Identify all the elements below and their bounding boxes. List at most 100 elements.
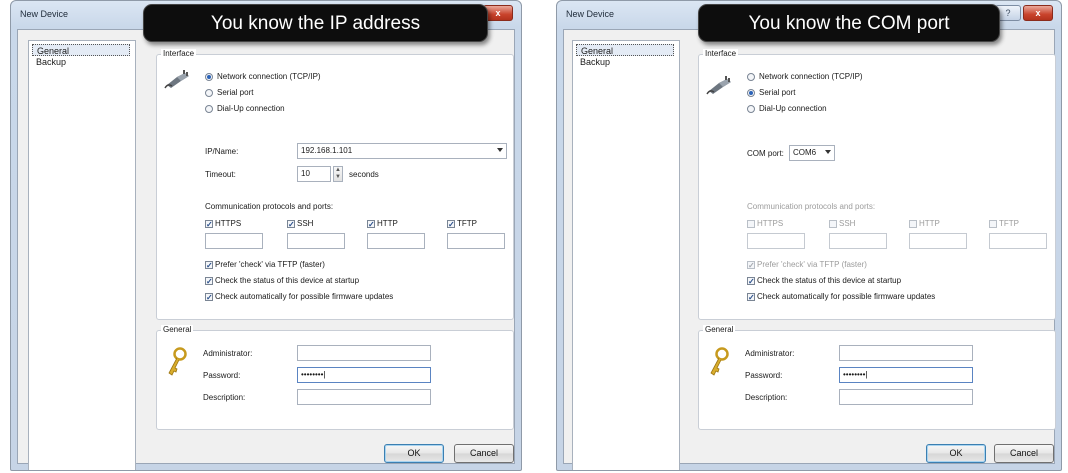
ipname-combo[interactable]: 192.168.1.101 (297, 143, 507, 159)
timeout-unit: seconds (349, 170, 379, 179)
check-prefer-tftp-label: Prefer 'check' via TFTP (faster) (757, 260, 867, 269)
admin-label: Administrator: (745, 349, 795, 358)
com-port-label: COM port: (747, 149, 784, 158)
nav-item-general[interactable]: General (576, 44, 674, 56)
password-value: •••••••• (301, 370, 325, 379)
key-icon (168, 347, 187, 376)
check-tftp-label: TFTP (457, 219, 477, 228)
check-ssh-label: SSH (297, 219, 314, 228)
callout-com-port: You know the COM port (698, 4, 1000, 42)
window-title: New Device (20, 9, 69, 19)
general-group: General Administrator: Password: •••••••… (156, 325, 514, 430)
radio-serial-label: Serial port (217, 88, 254, 97)
interface-group: Interface Network connection (TCP/IP) Se… (698, 49, 1056, 320)
check-firmware-updates[interactable]: ✓ (747, 293, 755, 302)
dialog-client: General Backup Interface Network connect… (563, 29, 1056, 470)
check-tftp-label: TFTP (999, 219, 1019, 228)
description-label: Description: (745, 393, 788, 402)
http-port-input[interactable] (909, 233, 967, 249)
ssh-port-input[interactable] (829, 233, 887, 249)
check-ssh[interactable]: ✓ (287, 220, 295, 229)
cancel-button[interactable]: Cancel (994, 444, 1054, 463)
radio-dialup[interactable] (747, 105, 755, 113)
new-device-window-com: New Device ? x General Backup Interface … (556, 0, 1062, 471)
check-http-label: HTTP (377, 219, 398, 228)
check-status-startup-label: Check the status of this device at start… (757, 276, 902, 285)
timeout-input[interactable]: 10 (297, 166, 331, 182)
description-input[interactable] (297, 389, 431, 405)
callout-ip-address: You know the IP address (143, 4, 488, 42)
radio-network[interactable] (205, 73, 213, 81)
ipname-label: IP/Name: (205, 147, 239, 156)
radio-dialup-label: Dial-Up connection (759, 104, 827, 113)
general-legend: General (703, 325, 736, 334)
ok-button[interactable]: OK (926, 444, 986, 463)
radio-serial[interactable] (205, 89, 213, 97)
check-https[interactable]: ✓ (205, 220, 213, 229)
nav-item-backup[interactable]: Backup (576, 56, 678, 68)
check-https-label: HTTPS (757, 219, 784, 228)
ssh-port-input[interactable] (287, 233, 345, 249)
close-button[interactable]: x (1023, 5, 1053, 21)
check-status-startup[interactable]: ✓ (205, 277, 213, 286)
check-http[interactable] (909, 220, 917, 228)
ok-button[interactable]: OK (384, 444, 444, 463)
check-firmware-updates-label: Check automatically for possible firmwar… (215, 292, 394, 301)
nav-item-backup[interactable]: Backup (32, 56, 134, 68)
settings-nav: General Backup (28, 40, 136, 470)
protocols-label: Communication protocols and ports: (205, 202, 334, 211)
check-status-startup[interactable]: ✓ (747, 277, 755, 286)
window-title: New Device (566, 9, 615, 19)
chevron-down-icon (497, 148, 503, 152)
timeout-value: 10 (301, 169, 310, 178)
check-https-label: HTTPS (215, 219, 242, 228)
radio-serial-label: Serial port (759, 88, 796, 97)
interface-legend: Interface (703, 49, 739, 58)
password-label: Password: (203, 371, 241, 380)
password-input[interactable]: •••••••• (839, 367, 973, 383)
tftp-port-input[interactable] (447, 233, 505, 249)
timeout-label: Timeout: (205, 170, 236, 179)
https-port-input[interactable] (747, 233, 805, 249)
protocols-label: Communication protocols and ports: (747, 202, 876, 211)
http-port-input[interactable] (367, 233, 425, 249)
general-legend: General (161, 325, 194, 334)
radio-dialup-label: Dial-Up connection (217, 104, 285, 113)
nav-item-general[interactable]: General (32, 44, 130, 56)
password-value: •••••••• (843, 370, 867, 379)
radio-network-label: Network connection (TCP/IP) (759, 72, 863, 81)
interface-group: Interface Network connection (TCP/IP) Se… (156, 49, 514, 320)
radio-dialup[interactable] (205, 105, 213, 113)
admin-input[interactable] (297, 345, 431, 361)
password-input[interactable]: •••••••• (297, 367, 431, 383)
ipname-value: 192.168.1.101 (301, 146, 353, 155)
settings-nav: General Backup (572, 40, 680, 470)
check-prefer-tftp[interactable]: ✓ (205, 261, 213, 270)
check-ssh-label: SSH (839, 219, 856, 228)
admin-label: Administrator: (203, 349, 253, 358)
check-ssh[interactable] (829, 220, 837, 228)
check-http[interactable]: ✓ (367, 220, 375, 229)
tftp-port-input[interactable] (989, 233, 1047, 249)
radio-network[interactable] (747, 73, 755, 81)
dialog-client: General Backup Interface Network connect… (17, 29, 515, 470)
check-prefer-tftp[interactable]: ✓ (747, 261, 755, 270)
cancel-button[interactable]: Cancel (454, 444, 514, 463)
check-tftp[interactable]: ✓ (447, 220, 455, 229)
check-prefer-tftp-label: Prefer 'check' via TFTP (faster) (215, 260, 325, 269)
https-port-input[interactable] (205, 233, 263, 249)
com-port-value: COM6 (793, 148, 817, 157)
check-firmware-updates-label: Check automatically for possible firmwar… (757, 292, 936, 301)
network-plug-icon (164, 70, 189, 89)
check-http-label: HTTP (919, 219, 940, 228)
key-icon (710, 347, 729, 376)
check-firmware-updates[interactable]: ✓ (205, 293, 213, 302)
check-tftp[interactable] (989, 220, 997, 228)
timeout-spinner[interactable]: ▲ ▼ (333, 166, 343, 182)
general-group: General Administrator: Password: •••••••… (698, 325, 1056, 430)
com-port-select[interactable]: COM6 (789, 145, 835, 161)
admin-input[interactable] (839, 345, 973, 361)
radio-serial[interactable] (747, 89, 755, 97)
check-https[interactable] (747, 220, 755, 228)
description-input[interactable] (839, 389, 973, 405)
